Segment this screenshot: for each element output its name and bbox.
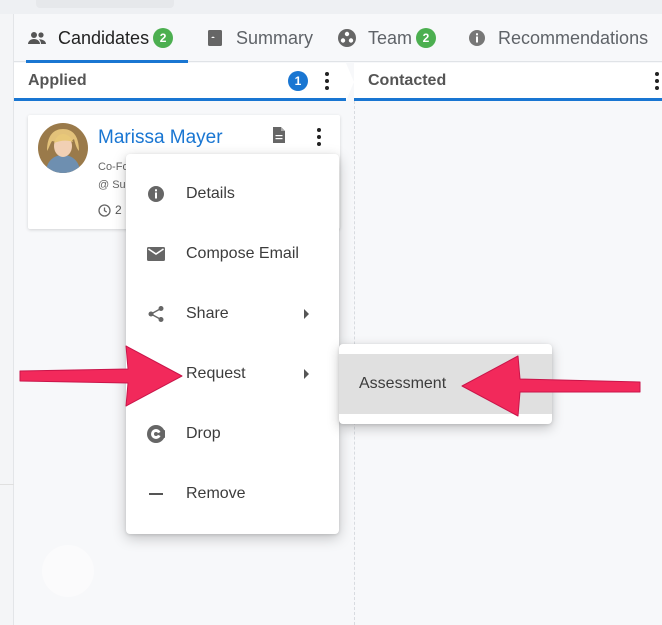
candidate-title: Co-Fo <box>98 161 129 173</box>
tab-candidates-label: Candidates <box>58 27 150 48</box>
column-applied-count-badge: 1 <box>288 71 308 91</box>
book-icon <box>204 27 226 49</box>
avatar[interactable] <box>38 123 88 173</box>
tab-team-label: Team <box>368 27 413 48</box>
column-contacted-header: Contacted <box>354 63 662 101</box>
candidate-company: @ Su <box>98 179 126 191</box>
tab-summary-label: Summary <box>236 27 314 48</box>
tab-bar: Candidates 2 Summary Team 2 Recommendati… <box>14 14 662 63</box>
candidate-time-value: 2 <box>115 203 122 217</box>
menu-item-drop[interactable]: Drop <box>126 404 339 464</box>
placeholder-circle <box>42 545 94 597</box>
column-chevron <box>346 63 354 101</box>
menu-item-remove[interactable]: Remove <box>126 464 339 524</box>
menu-item-remove-label: Remove <box>186 485 246 502</box>
candidate-context-menu: Details Compose Email Share Request Drop… <box>126 154 339 534</box>
candidates-count-badge: 2 <box>153 28 174 48</box>
column-contacted-more-icon[interactable] <box>652 71 662 91</box>
share-icon <box>146 304 166 324</box>
tab-candidates[interactable]: Candidates 2 <box>26 14 188 63</box>
menu-item-compose-label: Compose Email <box>186 245 299 262</box>
document-icon[interactable] <box>272 126 290 146</box>
menu-item-request[interactable]: Request <box>126 344 339 404</box>
candidate-time: 2 <box>98 203 122 217</box>
menu-item-drop-label: Drop <box>186 425 221 442</box>
candidate-name[interactable]: Marissa Mayer <box>98 127 223 149</box>
remove-icon <box>146 484 166 504</box>
column-contacted-title: Contacted <box>368 71 447 89</box>
info-icon <box>146 184 166 204</box>
tab-team[interactable]: Team 2 <box>336 14 437 62</box>
drop-icon <box>146 424 166 444</box>
submenu-item-assessment[interactable]: Assessment <box>339 354 552 414</box>
tab-recommendations-label: Recommendations <box>498 27 649 48</box>
request-submenu: Assessment <box>339 344 552 424</box>
tab-recommendations[interactable]: Recommendations <box>466 14 648 62</box>
menu-item-share[interactable]: Share <box>126 284 339 344</box>
tab-summary[interactable]: Summary <box>204 14 313 62</box>
team-count-badge: 2 <box>416 28 437 48</box>
people-icon <box>26 27 48 49</box>
submenu-arrow-icon <box>304 309 309 319</box>
submenu-item-assessment-label: Assessment <box>359 375 447 392</box>
menu-item-request-label: Request <box>186 365 246 382</box>
submenu-arrow-icon <box>304 369 309 379</box>
email-icon <box>146 244 166 264</box>
left-rail <box>0 14 14 625</box>
top-strip-pill <box>36 0 174 8</box>
menu-item-share-label: Share <box>186 305 229 322</box>
candidate-more-icon[interactable] <box>314 127 324 147</box>
menu-item-details[interactable]: Details <box>126 164 339 224</box>
column-applied-title: Applied <box>28 71 87 89</box>
clock-icon <box>98 203 111 217</box>
team-icon <box>336 27 358 49</box>
top-strip <box>0 0 662 14</box>
menu-item-details-label: Details <box>186 185 235 202</box>
column-applied-more-icon[interactable] <box>322 71 332 91</box>
info-icon <box>466 27 488 49</box>
menu-item-compose-email[interactable]: Compose Email <box>126 224 339 284</box>
column-applied-header: Applied 1 <box>14 63 346 101</box>
